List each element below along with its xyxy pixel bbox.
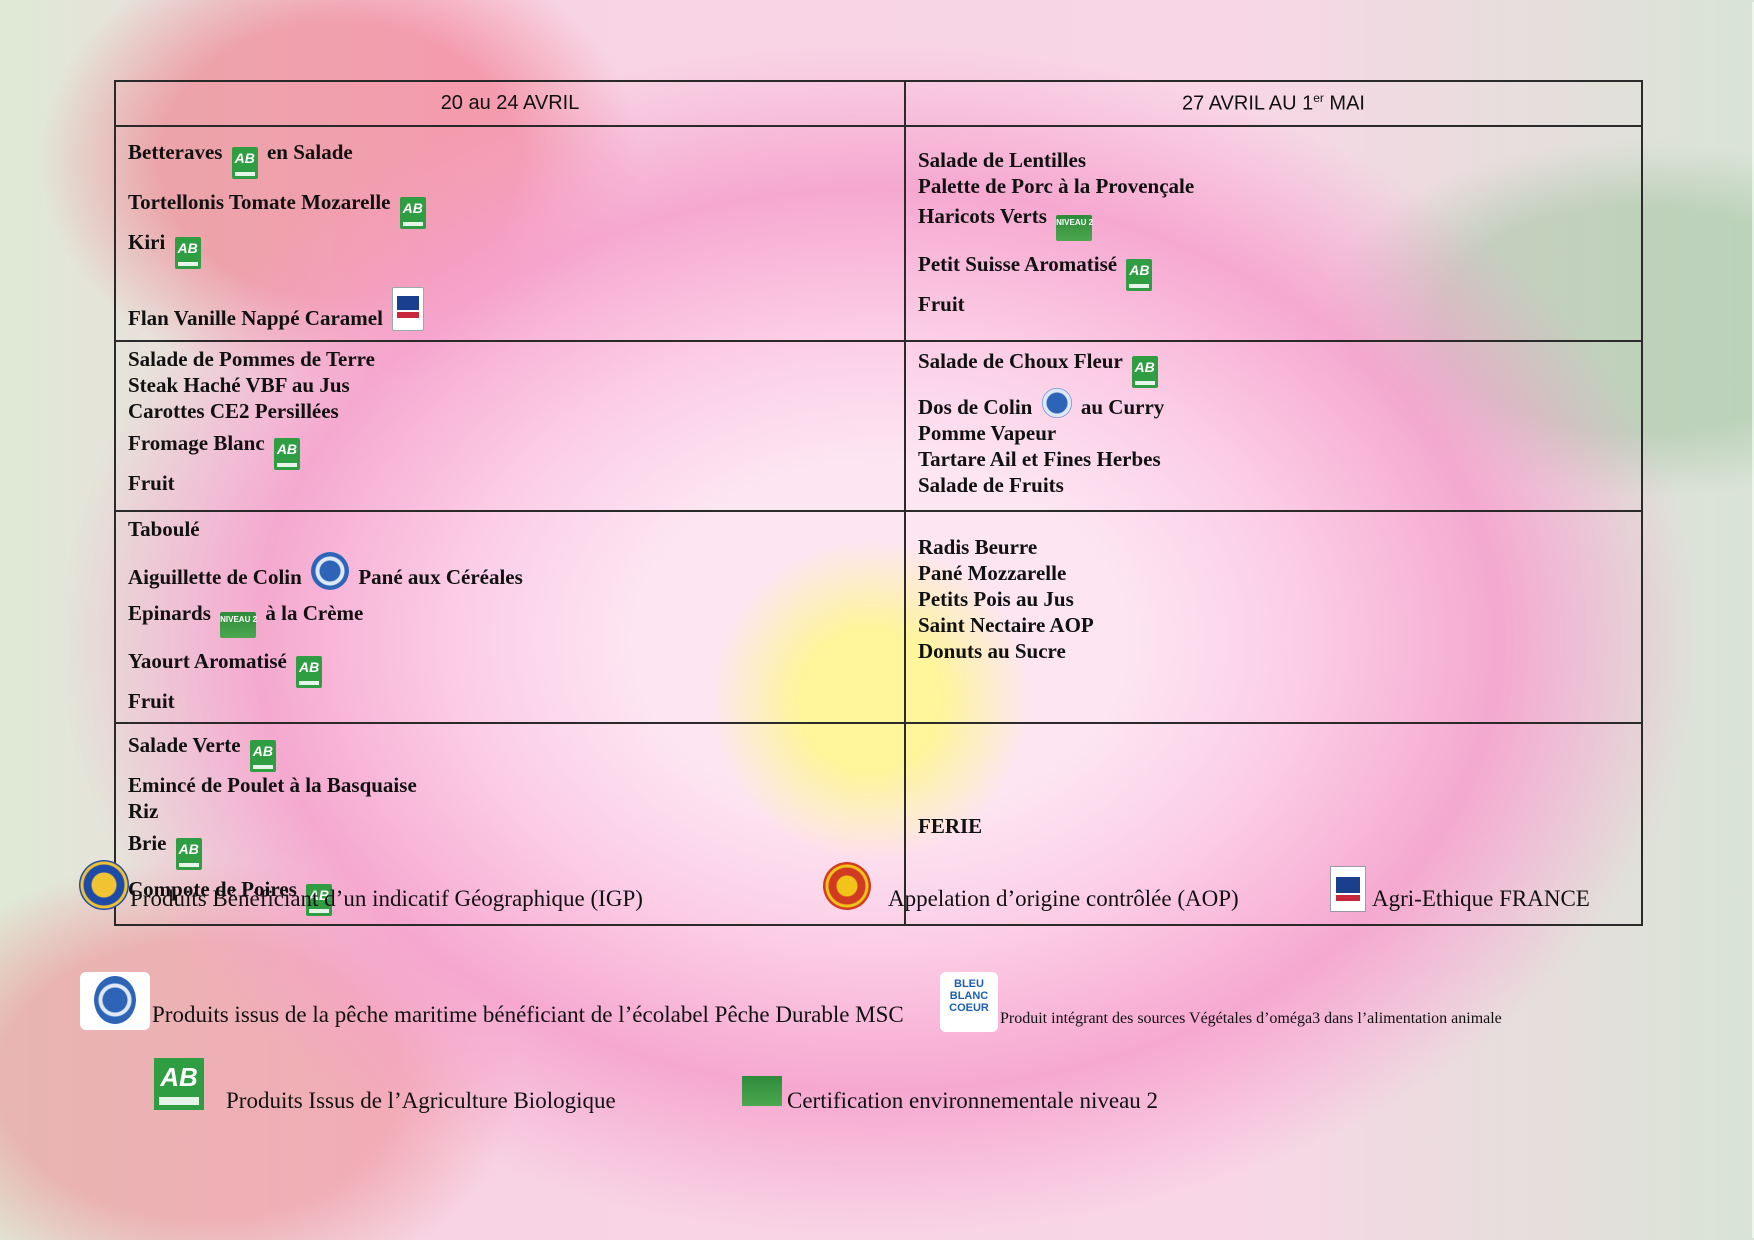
organic-ab-icon: AB xyxy=(399,197,426,229)
bleu-blanc-coeur-icon: BLEU BLANC COEUR xyxy=(940,972,998,1032)
legend-organic: Produits Issus de l’Agriculture Biologiq… xyxy=(226,1088,616,1113)
legend-igp: Produits Bénéficiant d’un indicatif Géog… xyxy=(130,886,643,911)
igp-label-icon xyxy=(79,860,129,910)
msc-label-icon xyxy=(80,972,150,1030)
legend-msc: Produits issus de la pêche maritime béné… xyxy=(152,1002,904,1027)
organic-ab-icon: AB xyxy=(175,838,202,870)
week1-tuesday-menu: Salade de Pommes de Terre Steak Haché VB… xyxy=(114,340,906,512)
week1-header: 20 au 24 AVRIL xyxy=(114,80,906,127)
organic-ab-icon: AB xyxy=(296,656,323,688)
organic-ab-icon: AB xyxy=(1126,259,1153,291)
msc-sustainable-fishing-icon xyxy=(1041,388,1072,418)
week2-tuesday-menu: Salade de Choux Fleur AB Dos de Colin au… xyxy=(904,340,1643,512)
organic-ab-icon: AB xyxy=(231,147,258,179)
aop-label-icon xyxy=(823,862,871,910)
week2-monday-menu: Salade de Lentilles Palette de Porc à la… xyxy=(904,125,1643,342)
organic-ab-icon: AB xyxy=(1131,356,1158,388)
agri-ethique-icon xyxy=(1330,866,1366,912)
organic-ab-icon: AB xyxy=(273,438,300,470)
msc-sustainable-fishing-icon xyxy=(311,552,350,590)
legend-bleu-blanc-coeur: Produit intégrant des sources Végétales … xyxy=(1000,1010,1502,1027)
legend-environmental: Certification environnementale niveau 2 xyxy=(787,1088,1159,1113)
agri-ethique-icon xyxy=(392,287,425,331)
menu-table: 20 au 24 AVRIL 27 AVRIL AU 1er MAI Bette… xyxy=(114,80,1643,926)
week1-thursday-menu: Taboulé Aiguillette de Colin Pané aux Cé… xyxy=(114,510,906,724)
organic-ab-icon: AB xyxy=(249,740,276,772)
organic-ab-label-icon: AB xyxy=(154,1058,204,1110)
week2-header: 27 AVRIL AU 1er MAI xyxy=(904,80,1643,127)
environmental-certification-icon: NIVEAU 2 xyxy=(220,612,257,638)
week1-monday-menu: Betteraves AB en Salade Tortellonis Toma… xyxy=(114,125,906,342)
week2-thursday-menu: Radis Beurre Pané Mozzarelle Petits Pois… xyxy=(904,510,1643,724)
legend-aop: Appelation d’origine contrôlée (AOP) xyxy=(888,886,1239,911)
organic-ab-icon: AB xyxy=(174,237,201,269)
legend-agri-ethique: Agri-Ethique FRANCE xyxy=(1372,886,1590,911)
environmental-certification-icon: NIVEAU 2 xyxy=(1056,215,1093,241)
environmental-certification-label-icon xyxy=(742,1076,782,1106)
